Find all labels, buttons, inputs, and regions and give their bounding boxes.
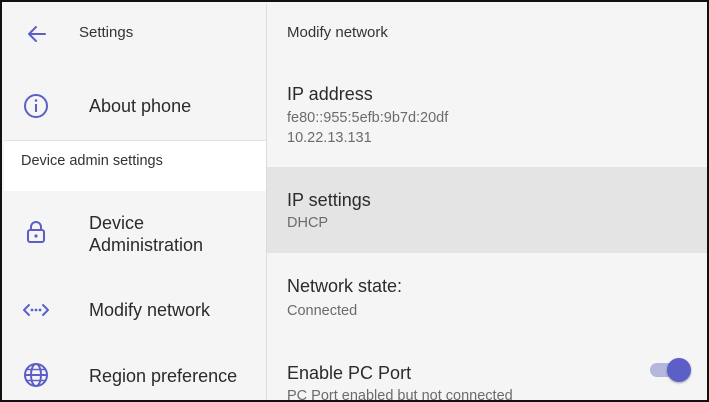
lock-icon xyxy=(27,221,45,243)
settings-window: Settings About phone Device admin settin… xyxy=(0,0,709,402)
ip-address-row[interactable]: IP address fe80::955:5efb:9b7d:20df 10.2… xyxy=(267,70,707,164)
ip-settings-title: IP settings xyxy=(287,190,371,210)
sidebar-title: Settings xyxy=(79,24,134,41)
sidebar-item-region-preference[interactable]: Region preference xyxy=(4,348,266,400)
sidebar-item-label: Region preference xyxy=(89,366,238,386)
sidebar-item-label: About phone xyxy=(89,96,192,116)
globe-icon xyxy=(24,363,48,387)
pc-port-toggle[interactable] xyxy=(647,356,691,382)
ip-settings-value: DHCP xyxy=(287,215,329,231)
ip-settings-row[interactable]: IP settings DHCP xyxy=(267,167,707,253)
network-state-value: Connected xyxy=(287,303,358,319)
sidebar-item-label: Device Administration xyxy=(89,213,204,255)
enable-pc-port-title: Enable PC Port xyxy=(287,363,412,383)
sidebar: Settings About phone Device admin settin… xyxy=(4,4,267,400)
code-dots-icon xyxy=(23,304,49,316)
sidebar-item-modify-network[interactable]: Modify network xyxy=(4,284,266,340)
ip-address-title: IP address xyxy=(287,84,373,104)
enable-pc-port-row[interactable]: Enable PC Port PC Port enabled but not c… xyxy=(267,348,707,402)
ipv6-address-value: fe80::955:5efb:9b7d:20df xyxy=(287,110,449,126)
network-state-row[interactable]: Network state: Connected xyxy=(267,260,707,330)
sidebar-item-label: Modify network xyxy=(89,300,211,320)
sidebar-item-about-phone[interactable]: About phone xyxy=(4,78,266,134)
section-header-label: Device admin settings xyxy=(21,153,163,169)
toggle-thumb xyxy=(667,358,691,382)
network-state-title: Network state: xyxy=(287,276,403,296)
main-panel: Modify network IP address fe80::955:5efb… xyxy=(267,4,707,402)
page-title: Modify network xyxy=(287,24,388,41)
enable-pc-port-status: PC Port enabled but not connected xyxy=(287,388,513,402)
back-arrow-icon[interactable] xyxy=(25,22,49,46)
ipv4-address-value: 10.22.13.131 xyxy=(287,130,372,146)
info-icon xyxy=(24,94,48,118)
section-header: Device admin settings xyxy=(4,140,266,191)
sidebar-header: Settings xyxy=(4,4,266,60)
sidebar-item-device-administration[interactable]: Device Administration xyxy=(4,198,266,268)
